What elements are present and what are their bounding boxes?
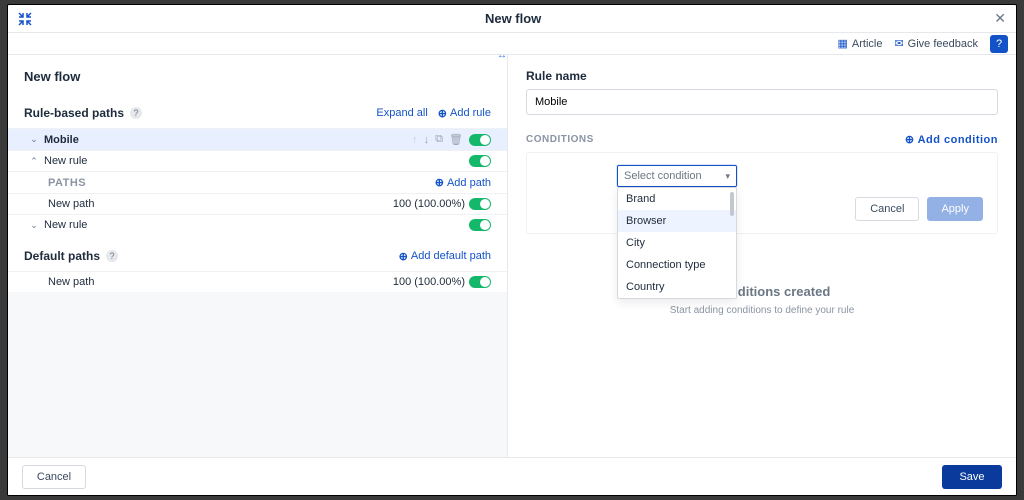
empty-subtitle: Start adding conditions to define your r… [526, 305, 998, 316]
add-condition-button[interactable]: ⊕Add condition [905, 133, 998, 146]
path-row[interactable]: New path 100 (100.00%) [8, 271, 507, 292]
plus-icon: ⊕ [399, 250, 408, 263]
option-brand[interactable]: Brand [618, 188, 736, 210]
article-label: Article [852, 38, 883, 50]
empty-state: No conditions created Start adding condi… [526, 284, 998, 316]
modal-window: New flow ✕ ▦ Article ✉ Give feedback ? ↔… [7, 4, 1017, 496]
path-toggle[interactable] [469, 276, 491, 288]
article-icon: ▦ [837, 37, 847, 50]
add-rule-button[interactable]: ⊕Add rule [438, 107, 491, 120]
chat-icon: ✉ [894, 37, 903, 50]
plus-icon: ⊕ [435, 176, 444, 189]
chevron-down-icon: ▾ [725, 171, 730, 182]
close-icon[interactable]: ✕ [994, 10, 1006, 27]
rule-based-section-header: Rule-based paths ? Expand all ⊕Add rule [8, 98, 507, 128]
chevron-down-icon[interactable]: ⌄ [28, 220, 40, 231]
paths-label: PATHS [48, 177, 425, 189]
expand-all-button[interactable]: Expand all [376, 107, 427, 119]
plus-icon: ⊕ [438, 107, 447, 120]
left-panel-title: New flow [8, 55, 507, 98]
move-up-icon[interactable]: ↑ [412, 134, 418, 146]
rule-row-mobile[interactable]: ⌄ Mobile ↑ ↓ ⧉ 🗑 [8, 128, 507, 150]
article-link[interactable]: ▦ Article [837, 37, 882, 50]
add-path-button[interactable]: ⊕Add path [435, 176, 491, 189]
option-country[interactable]: Country [618, 276, 736, 298]
rule-name: New rule [44, 219, 469, 231]
condition-cancel-button[interactable]: Cancel [855, 197, 919, 221]
path-weight: 100 (100.00%) [393, 198, 465, 210]
default-paths-section-header: Default paths ? ⊕Add default path [8, 241, 507, 271]
modal-title: New flow [32, 11, 994, 26]
condition-dropdown: Brand Browser City Connection type Count… [617, 187, 737, 299]
rule-name-label: Rule name [526, 69, 998, 83]
chevron-up-icon[interactable]: ⌃ [28, 156, 40, 167]
path-name: New path [48, 198, 393, 210]
default-paths-heading: Default paths [24, 249, 100, 263]
rule-name: New rule [44, 155, 469, 167]
feedback-link[interactable]: ✉ Give feedback [894, 37, 978, 50]
rule-name: Mobile [44, 134, 412, 146]
plus-icon: ⊕ [905, 133, 915, 146]
option-browser[interactable]: Browser [618, 210, 736, 232]
chevron-down-icon[interactable]: ⌄ [28, 134, 40, 145]
condition-editor: Select condition ▾ Brand Browser City Co… [526, 152, 998, 234]
save-button[interactable]: Save [942, 465, 1002, 489]
modal-body: ↔ New flow Rule-based paths ? Expand all… [8, 55, 1016, 457]
empty-title: No conditions created [526, 284, 998, 299]
rule-row[interactable]: ⌄ New rule [8, 214, 507, 235]
rule-toggle[interactable] [469, 219, 491, 231]
cancel-button[interactable]: Cancel [22, 465, 86, 489]
path-weight: 100 (100.00%) [393, 276, 465, 288]
rule-row[interactable]: ⌃ New rule [8, 150, 507, 171]
modal-footer: Cancel Save [8, 457, 1016, 495]
help-icon[interactable]: ? [130, 107, 142, 119]
top-toolbar: ▦ Article ✉ Give feedback ? [8, 33, 1016, 55]
add-rule-label: Add rule [450, 107, 491, 119]
collapse-icon[interactable] [18, 12, 32, 26]
duplicate-icon[interactable]: ⧉ [435, 133, 443, 146]
option-connection-type[interactable]: Connection type [618, 254, 736, 276]
feedback-label: Give feedback [908, 38, 978, 50]
add-path-label: Add path [447, 177, 491, 189]
conditions-heading: CONDITIONS [526, 134, 594, 145]
rule-toggle[interactable] [469, 134, 491, 146]
option-city[interactable]: City [618, 232, 736, 254]
left-panel: New flow Rule-based paths ? Expand all ⊕… [8, 55, 508, 457]
add-condition-label: Add condition [918, 134, 998, 146]
help-icon[interactable]: ? [106, 250, 118, 262]
rule-name-input[interactable] [526, 89, 998, 115]
resize-handle-icon[interactable]: ↔ [497, 50, 507, 61]
path-row[interactable]: New path 100 (100.00%) [8, 193, 507, 214]
rule-toggle[interactable] [469, 155, 491, 167]
rule-based-heading: Rule-based paths [24, 106, 124, 120]
scrollbar[interactable] [730, 192, 734, 216]
right-panel: Rule name CONDITIONS ⊕Add condition Sele… [508, 55, 1016, 457]
condition-apply-button[interactable]: Apply [927, 197, 983, 221]
paths-header-row: PATHS ⊕Add path [8, 171, 507, 193]
titlebar: New flow ✕ [8, 5, 1016, 33]
condition-select[interactable]: Select condition ▾ [617, 165, 737, 187]
path-name: New path [48, 276, 393, 288]
move-down-icon[interactable]: ↓ [424, 134, 430, 146]
add-default-path-button[interactable]: ⊕Add default path [399, 250, 491, 263]
path-toggle[interactable] [469, 198, 491, 210]
help-icon[interactable]: ? [990, 35, 1008, 53]
delete-icon[interactable]: 🗑 [449, 133, 463, 146]
add-default-path-label: Add default path [411, 250, 491, 262]
select-placeholder: Select condition [624, 170, 702, 182]
